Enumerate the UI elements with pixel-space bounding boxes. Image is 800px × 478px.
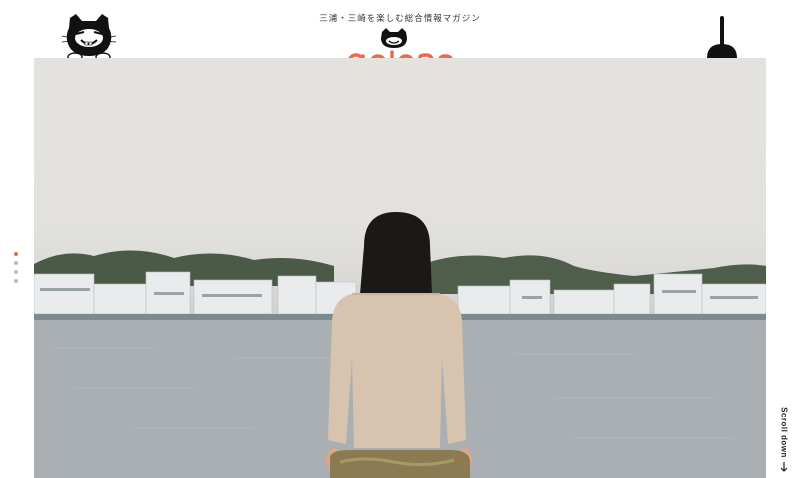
scroll-down-button[interactable]: Scroll down <box>774 407 794 474</box>
slider-dots <box>14 252 20 288</box>
slider-dot[interactable] <box>14 270 18 274</box>
arrow-down-icon <box>780 462 788 472</box>
slider-dot[interactable] <box>14 279 18 283</box>
scroll-down-label: Scroll down <box>779 407 789 458</box>
cat-mascot-icon[interactable] <box>60 12 118 64</box>
hero-photo <box>34 58 766 478</box>
tagline: 三浦・三崎を楽しむ総合情報マガジン <box>319 14 481 24</box>
plunger-menu-icon[interactable] <box>704 14 742 60</box>
slider-dot[interactable] <box>14 261 18 265</box>
slider-dot[interactable] <box>14 252 18 256</box>
